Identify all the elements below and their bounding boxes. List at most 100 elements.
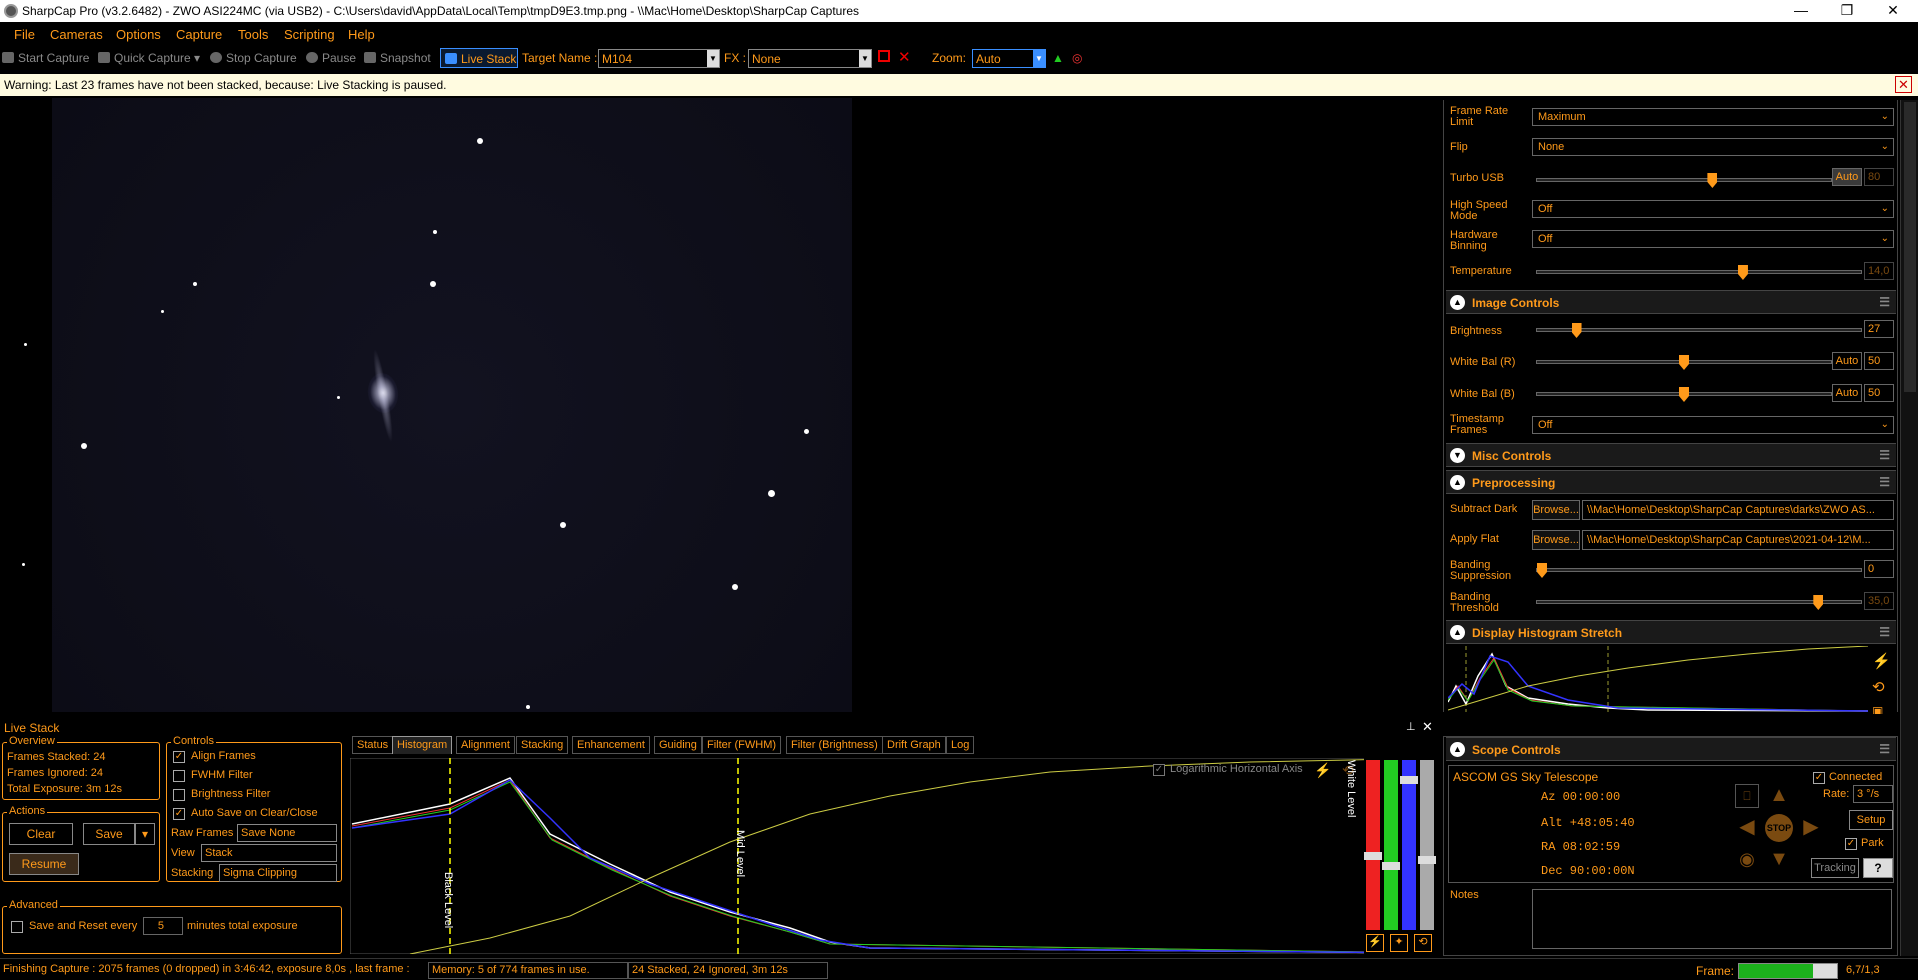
histogram-icon[interactable]: ▲ [1052,51,1064,65]
tab-stacking[interactable]: Stacking [516,736,569,754]
menu-cameras[interactable]: Cameras [50,27,103,42]
luminance-level-slider[interactable] [1418,760,1436,930]
scope-controls-header[interactable]: ▲ Scope Controls ☰ [1446,737,1896,761]
restore-button[interactable]: ❐ [1824,0,1870,22]
hardware-binning-select[interactable]: Off ⌄ [1532,230,1894,248]
slider-thumb[interactable] [1364,852,1382,860]
lightning-icon[interactable]: ⚡ [1872,652,1892,672]
turbo-usb-auto-button[interactable]: Auto [1832,168,1862,186]
menu-icon[interactable]: ☰ [1879,475,1890,489]
clear-icon[interactable]: ✕ [898,48,911,66]
help-button[interactable]: ? [1863,858,1893,878]
menu-scripting[interactable]: Scripting [284,27,335,42]
blue-level-slider[interactable] [1400,760,1418,930]
setup-button[interactable]: Setup [1849,810,1893,830]
auto-stretch-icon[interactable]: ✦ [1390,934,1408,952]
save-icon[interactable]: ▣ [1872,704,1892,714]
red-level-slider[interactable] [1364,760,1382,930]
tab-log[interactable]: Log [946,736,975,754]
tab-status[interactable]: Status [352,736,394,754]
menu-icon[interactable]: ☰ [1879,742,1890,756]
menu-icon[interactable]: ☰ [1879,295,1890,309]
banding-threshold-value[interactable]: 35,0 [1864,592,1894,610]
notes-textarea[interactable] [1532,889,1892,949]
brightness-value[interactable]: 27 [1864,320,1894,338]
display-histogram-header[interactable]: ▲ Display Histogram Stretch ☰ [1446,620,1896,644]
slew-south-button[interactable]: ▼ [1767,848,1791,872]
reset-icon[interactable]: ⟲ [1872,678,1892,698]
slew-nw-button[interactable]: ⎕ [1735,784,1759,808]
slider-thumb[interactable] [1679,355,1689,370]
subtract-dark-path[interactable]: \\Mac\Home\Desktop\SharpCap Captures\dar… [1582,500,1894,520]
apply-flat-browse-button[interactable]: Browse... [1532,530,1580,550]
menu-file[interactable]: File [14,27,35,42]
temperature-slider[interactable] [1536,265,1862,280]
slew-east-button[interactable]: ▶ [1799,816,1823,840]
slider-thumb[interactable] [1400,776,1418,784]
lightning-icon[interactable]: ⚡ [1366,934,1384,952]
stop-capture-button[interactable]: Stop Capture [210,51,297,65]
snapshot-button[interactable]: Snapshot [364,51,431,65]
zoom-combo[interactable]: Auto ▼ [972,49,1046,68]
frame-rate-limit-select[interactable]: Maximum ⌄ [1532,108,1894,126]
right-panel-scrollbar[interactable] [1900,100,1918,956]
menu-tools[interactable]: Tools [238,27,268,42]
park-checkbox[interactable]: ✓ [1845,838,1857,850]
close-panel-icon[interactable]: ✕ [1422,719,1433,735]
slew-north-button[interactable]: ▲ [1767,784,1791,808]
green-level-slider[interactable] [1382,760,1400,930]
tab-alignment[interactable]: Alignment [456,736,515,754]
white-bal-b-auto-button[interactable]: Auto [1832,384,1862,402]
white-bal-r-slider[interactable] [1536,355,1832,370]
target-name-combo[interactable]: M104 ▼ [598,49,720,68]
flip-select[interactable]: None ⌄ [1532,138,1894,156]
image-viewer[interactable] [0,98,1430,712]
log-axis-checkbox[interactable]: ✓ [1153,764,1165,776]
save-reset-input[interactable]: 5 [143,917,183,935]
fwhm-filter-checkbox[interactable] [173,770,185,782]
slider-thumb[interactable] [1537,563,1547,578]
close-window-button[interactable]: ✕ [1870,0,1916,22]
stack-histogram-chart[interactable] [350,758,1436,954]
chevron-down-icon[interactable]: ▼ [1033,50,1045,67]
chevron-down-icon[interactable]: ▾ [135,823,155,845]
slider-thumb[interactable] [1813,595,1824,610]
slider-thumb[interactable] [1382,862,1400,870]
clear-button[interactable]: Clear [9,823,73,845]
minimize-button[interactable]: — [1778,0,1824,22]
image-controls-header[interactable]: ▲ Image Controls ☰ [1446,290,1896,314]
temperature-value[interactable]: 14,0 [1864,262,1894,280]
display-histogram-chart[interactable] [1448,646,1868,712]
timestamp-frames-select[interactable]: Off ⌄ [1532,416,1894,434]
lightning-icon[interactable]: ⚡ [1314,762,1331,779]
slider-thumb[interactable] [1571,323,1582,338]
slider-thumb[interactable] [1737,265,1748,280]
slider-thumb[interactable] [1707,173,1718,188]
misc-controls-header[interactable]: ▼ Misc Controls ☰ [1446,443,1896,467]
pause-button[interactable]: Pause [306,51,356,65]
banding-threshold-slider[interactable] [1536,595,1862,610]
turbo-usb-slider[interactable] [1536,173,1832,188]
turbo-usb-value[interactable]: 80 [1864,168,1894,186]
stacking-select[interactable]: Sigma Clipping [219,864,337,882]
menu-icon[interactable]: ☰ [1879,625,1890,639]
white-bal-r-auto-button[interactable]: Auto [1832,352,1862,370]
subtract-dark-browse-button[interactable]: Browse... [1532,500,1580,520]
menu-options[interactable]: Options [116,27,161,42]
reset-icon[interactable]: ⟲ [1414,934,1432,952]
close-warning-button[interactable]: ✕ [1895,76,1912,93]
apply-flat-path[interactable]: \\Mac\Home\Desktop\SharpCap Captures\202… [1582,530,1894,550]
raw-frames-select[interactable]: Save None [237,824,337,842]
view-select[interactable]: Stack [201,844,337,862]
tab-histogram[interactable]: Histogram [392,736,453,754]
slider-thumb[interactable] [1418,856,1436,864]
target-icon[interactable]: ◎ [1072,51,1082,65]
white-bal-b-value[interactable]: 50 [1864,384,1894,402]
connected-checkbox[interactable]: ✓ [1813,772,1825,784]
pin-icon[interactable]: ⊥ [1406,720,1416,733]
white-bal-r-value[interactable]: 50 [1864,352,1894,370]
stop-button[interactable]: STOP [1765,814,1793,842]
scroll-thumb[interactable] [1904,102,1916,392]
high-speed-mode-select[interactable]: Off ⌄ [1532,200,1894,218]
banding-suppression-value[interactable]: 0 [1864,560,1894,578]
